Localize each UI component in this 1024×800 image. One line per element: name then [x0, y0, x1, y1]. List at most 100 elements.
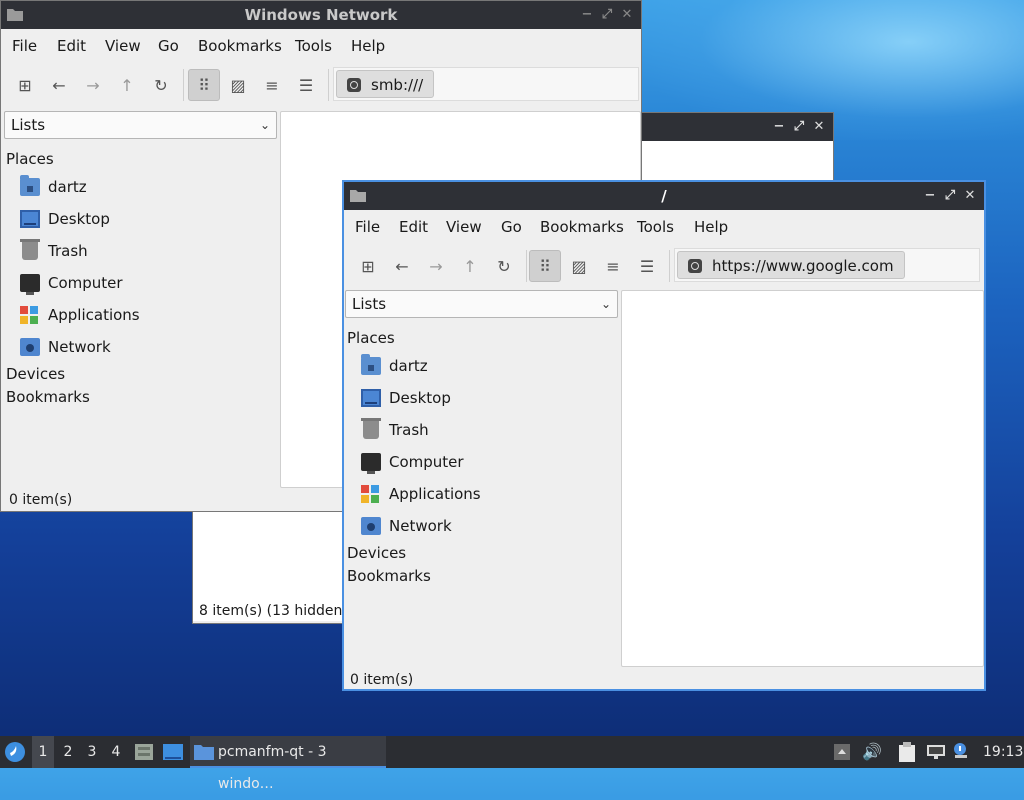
- place-label: dartz: [389, 357, 428, 375]
- maximize-icon[interactable]: ⤢: [942, 188, 958, 204]
- path-button[interactable]: https://www.google.com: [677, 251, 905, 279]
- up-icon[interactable]: ↑: [111, 69, 143, 101]
- devices-header[interactable]: Devices: [6, 365, 65, 383]
- detailed-view-icon[interactable]: ☰: [631, 250, 663, 282]
- task-button-pcmanfm[interactable]: pcmanfm-qt - 3 windo…: [190, 736, 386, 792]
- address-bar[interactable]: smb:///: [333, 67, 639, 101]
- minimize-icon[interactable]: −: [771, 119, 787, 135]
- toolbar: ⊞ ← → ↑ ↻ ⠿ ▨ ≡ ☰ https://www.google.com: [344, 244, 984, 286]
- place-label: dartz: [48, 178, 87, 196]
- place-label: Applications: [48, 306, 140, 324]
- menu-tools[interactable]: Tools: [637, 218, 674, 236]
- menu-bookmarks[interactable]: Bookmarks: [540, 218, 624, 236]
- network-tray-button[interactable]: [926, 736, 948, 768]
- notification-button[interactable]: [952, 736, 974, 768]
- status-text: 0 item(s): [9, 492, 73, 508]
- folder-icon: [194, 745, 214, 760]
- file-manager-launcher[interactable]: [134, 736, 156, 768]
- menu-view[interactable]: View: [105, 37, 141, 55]
- clock[interactable]: 19:13: [983, 736, 1023, 768]
- places-header[interactable]: Places: [6, 150, 54, 168]
- place-label: Computer: [389, 453, 464, 471]
- network-icon: [361, 517, 381, 535]
- select-value: Lists: [352, 295, 387, 313]
- workspace-1[interactable]: 1: [32, 736, 54, 768]
- menu-help[interactable]: Help: [694, 218, 728, 236]
- side-pane-mode-select[interactable]: Lists ⌄: [345, 290, 618, 318]
- place-label: Computer: [48, 274, 123, 292]
- back-icon[interactable]: ←: [43, 69, 75, 101]
- menu-edit[interactable]: Edit: [399, 218, 428, 236]
- window-root[interactable]: / − ⤢ ✕ File Edit View Go Bookmarks Tool…: [342, 180, 986, 691]
- new-tab-icon[interactable]: ⊞: [352, 250, 384, 282]
- bookmarks-header[interactable]: Bookmarks: [6, 388, 90, 406]
- menubar: File Edit View Go Bookmarks Tools Help: [344, 210, 984, 242]
- tray-expand-button[interactable]: [834, 736, 854, 768]
- up-icon[interactable]: ↑: [454, 250, 486, 282]
- maximize-icon[interactable]: ⤢: [599, 7, 615, 23]
- menu-help[interactable]: Help: [351, 37, 385, 55]
- thumbnail-view-icon[interactable]: ▨: [563, 250, 595, 282]
- detailed-view-icon[interactable]: ☰: [290, 69, 322, 101]
- address-bar[interactable]: https://www.google.com: [674, 248, 980, 282]
- side-pane-mode-select[interactable]: Lists ⌄: [4, 111, 277, 139]
- wired-network-icon: [927, 745, 945, 759]
- icon-view-icon[interactable]: ⠿: [188, 69, 220, 101]
- start-menu-button[interactable]: [4, 736, 28, 768]
- show-desktop-button[interactable]: [162, 736, 184, 768]
- minimize-icon[interactable]: −: [922, 188, 938, 204]
- titlebar[interactable]: / − ⤢ ✕: [344, 182, 984, 210]
- back-icon[interactable]: ←: [386, 250, 418, 282]
- menu-file[interactable]: File: [355, 218, 380, 236]
- workspace-2[interactable]: 2: [58, 736, 78, 768]
- path-text: smb:///: [371, 76, 424, 94]
- maximize-icon[interactable]: ⤢: [791, 119, 807, 135]
- compact-view-icon[interactable]: ≡: [256, 69, 288, 101]
- toolbar: ⊞ ← → ↑ ↻ ⠿ ▨ ≡ ☰ smb:///: [1, 63, 641, 105]
- workspace-3[interactable]: 3: [82, 736, 102, 768]
- menu-file[interactable]: File: [12, 37, 37, 55]
- forward-icon[interactable]: →: [420, 250, 452, 282]
- icon-view-icon[interactable]: ⠿: [529, 250, 561, 282]
- menu-go[interactable]: Go: [501, 218, 522, 236]
- minimize-icon[interactable]: −: [579, 7, 595, 23]
- forward-icon[interactable]: →: [77, 69, 109, 101]
- menu-edit[interactable]: Edit: [57, 37, 86, 55]
- devices-header[interactable]: Devices: [347, 544, 406, 562]
- volume-icon[interactable]: 🔊: [862, 736, 882, 768]
- status-text: 8 item(s) (13 hidden): [199, 603, 348, 619]
- bookmarks-header[interactable]: Bookmarks: [347, 567, 431, 585]
- desktop-icon: [20, 210, 40, 228]
- trash-icon: [361, 418, 381, 439]
- reload-icon[interactable]: ↻: [145, 69, 177, 101]
- close-icon[interactable]: ✕: [962, 188, 978, 204]
- workspace-4[interactable]: 4: [106, 736, 126, 768]
- place-label: Network: [48, 338, 111, 356]
- menu-go[interactable]: Go: [158, 37, 179, 55]
- titlebar[interactable]: Windows Network − ⤢ ✕: [1, 1, 641, 29]
- place-label: Network: [389, 517, 452, 535]
- home-folder-icon: [20, 175, 40, 196]
- task-label: pcmanfm-qt - 3 windo…: [218, 744, 327, 792]
- window-title: /: [661, 187, 667, 205]
- lxqt-logo-icon: [5, 742, 25, 762]
- computer-icon: [20, 274, 40, 295]
- file-cabinet-icon: [135, 744, 153, 760]
- close-icon[interactable]: ✕: [619, 7, 635, 23]
- file-view[interactable]: [621, 290, 984, 667]
- place-label: Trash: [389, 421, 429, 439]
- compact-view-icon[interactable]: ≡: [597, 250, 629, 282]
- reload-icon[interactable]: ↻: [488, 250, 520, 282]
- network-icon: [20, 338, 40, 356]
- thumbnail-view-icon[interactable]: ▨: [222, 69, 254, 101]
- path-button[interactable]: smb:///: [336, 70, 435, 98]
- menu-tools[interactable]: Tools: [295, 37, 332, 55]
- close-icon[interactable]: ✕: [811, 119, 827, 135]
- menu-view[interactable]: View: [446, 218, 482, 236]
- toolbar-separator: [328, 69, 329, 101]
- chevron-down-icon: ⌄: [259, 118, 270, 132]
- new-tab-icon[interactable]: ⊞: [9, 69, 41, 101]
- menu-bookmarks[interactable]: Bookmarks: [198, 37, 282, 55]
- clipboard-button[interactable]: [898, 736, 920, 768]
- places-header[interactable]: Places: [347, 329, 395, 347]
